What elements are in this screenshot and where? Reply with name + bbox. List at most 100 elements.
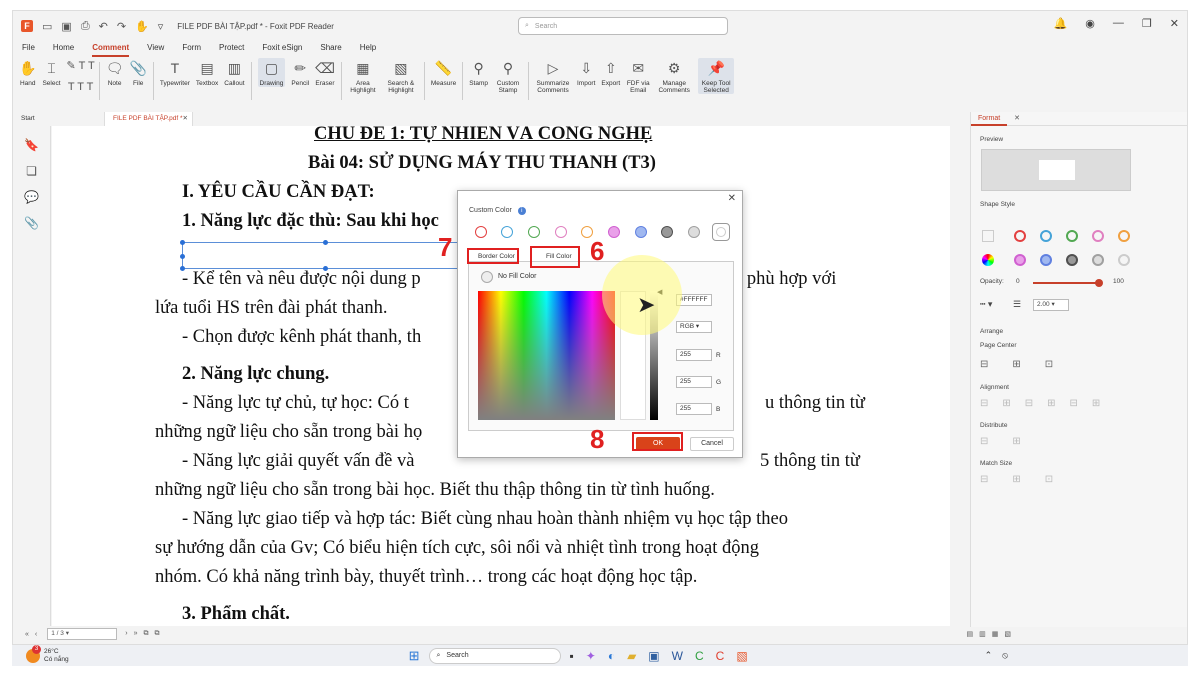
selected-color-swatch[interactable] [712,223,730,241]
page-input[interactable]: 1 / 3 ▾ [47,628,118,640]
mode-select[interactable]: RGB ▾ [676,321,712,333]
pencil-button[interactable]: ✏ Pencil [291,58,309,87]
view-mode-icons[interactable]: ▤▥▦▧ [967,630,1017,638]
color-swatch[interactable] [501,226,513,238]
r-input[interactable]: 255 [676,349,712,361]
tray-icons[interactable]: ⌃⦸ [985,650,1018,661]
print-icon[interactable]: ⎙ [81,20,90,33]
format-tab[interactable]: Format [971,112,1008,126]
menu-file[interactable]: File [22,43,35,57]
pages-icon[interactable]: ❏ [13,164,50,178]
minimize-button[interactable]: — [1113,17,1124,30]
style-swatch[interactable] [1014,254,1026,266]
attachments-icon[interactable]: 📎 [13,216,50,230]
line-width-icon[interactable]: ☰ [1013,299,1021,310]
textbox-button[interactable]: ▤ Textbox [196,58,218,87]
account-icon[interactable]: ◉ [1085,17,1095,30]
callout-button[interactable]: ▥ Callout [224,58,244,87]
redo-icon[interactable]: ↷ [117,20,126,33]
menu-form[interactable]: Form [182,43,201,57]
drawing-button[interactable]: ▢ Drawing [257,58,286,87]
area-highlight-button[interactable]: ▦ Area Highlight [348,58,378,94]
hand-button[interactable]: ✋ Hand [19,58,36,87]
color-swatch[interactable] [661,226,673,238]
stamp-button[interactable]: ⚲ Stamp [469,58,488,87]
measure-button[interactable]: 📏 Measure [431,58,456,87]
menu-home[interactable]: Home [53,43,74,57]
keep-tool-button[interactable]: 📌 Keep Tool Selected [698,58,735,94]
maximize-button[interactable]: ❐ [1142,17,1152,30]
g-input[interactable]: 255 [676,376,712,388]
copilot-icon[interactable]: ✦ [586,649,596,663]
page-center-icons[interactable]: ⊟⊞⊡ [980,359,1077,370]
next-last-icons[interactable]: ›»⧉⧉ [125,630,165,638]
tab-start[interactable]: Start [13,112,105,126]
bookmark-icon[interactable]: 🔖 [13,138,50,152]
task-view-icon[interactable]: ▪ [569,649,573,663]
bell-icon[interactable]: 🔔 [1054,17,1068,30]
app-icon-2[interactable]: C [716,649,725,663]
style-swatch[interactable] [982,230,994,242]
menu-comment[interactable]: Comment [92,43,130,57]
tab-document[interactable]: FILE PDF BÀI TẬP.pdf * ✕ [105,112,193,126]
custom-stamp-button[interactable]: ⚲ Custom Stamp [494,58,522,94]
windows-start-icon[interactable]: ⊞ [409,648,420,664]
style-swatch[interactable] [1040,230,1052,242]
style-swatch[interactable] [1118,254,1130,266]
scroll-strip[interactable] [950,112,968,627]
close-tab-icon[interactable]: ✕ [183,114,188,122]
color-swatch[interactable] [635,226,647,238]
cancel-button[interactable]: Cancel [690,437,734,451]
manage-comments-button[interactable]: ⚙ Manage Comments [656,58,692,94]
color-spectrum[interactable] [478,291,615,420]
file-button[interactable]: 📎 File [129,58,146,87]
dialog-close-icon[interactable]: ✕ [728,193,736,204]
color-swatch[interactable] [555,226,567,238]
hand-tool-icon[interactable]: ✋ [135,20,149,33]
eraser-button[interactable]: ⌫ Eraser [315,58,335,87]
menu-view[interactable]: View [147,43,164,57]
selected-rectangle[interactable] [180,240,472,271]
color-wheel-icon[interactable] [982,254,994,266]
fdf-email-button[interactable]: ✉ FDF via Email [626,58,650,94]
typewriter-button[interactable]: T Typewriter [160,58,190,87]
search-highlight-button[interactable]: ▧ Search & Highlight [384,58,418,94]
style-swatch[interactable] [1014,230,1026,242]
color-swatch[interactable] [608,226,620,238]
taskbar-search[interactable]: ⌕ Search [429,647,562,664]
export-button[interactable]: ⇧ Export [601,58,620,87]
color-swatch[interactable] [528,226,540,238]
app-icon[interactable]: C [695,649,704,663]
note-button[interactable]: 🗨 Note [106,58,124,87]
summarize-button[interactable]: ▷ Summarize Comments [535,58,571,94]
opacity-slider[interactable] [1033,279,1103,287]
info-icon[interactable]: i [517,207,526,215]
color-swatch[interactable] [688,226,700,238]
close-button[interactable]: ✕ [1170,17,1179,30]
comments-icon[interactable]: 💬 [13,190,50,204]
style-swatch[interactable] [1092,230,1104,242]
b-input[interactable]: 255 [676,403,712,415]
menu-share[interactable]: Share [320,43,341,57]
first-prev-icons[interactable]: «‹ [25,631,43,638]
style-swatch[interactable] [1066,230,1078,242]
style-swatch[interactable] [1040,254,1052,266]
explorer-icon[interactable]: ▰ [627,649,636,663]
style-swatch[interactable] [1118,230,1130,242]
open-icon[interactable]: ▭ [42,20,52,33]
menu-esign[interactable]: Foxit eSign [262,43,302,57]
close-panel-icon[interactable]: ✕ [1007,112,1027,126]
style-swatch[interactable] [1066,254,1078,266]
menu-help[interactable]: Help [360,43,376,57]
import-button[interactable]: ⇩ Import [577,58,595,87]
foxit-taskbar-icon[interactable]: ▧ [736,649,747,663]
edge-icon[interactable]: ◐ [608,649,615,663]
text-markup-group[interactable]: ✎ T T T T T [67,58,95,102]
menu-protect[interactable]: Protect [219,43,244,57]
store-icon[interactable]: ▣ [648,649,659,663]
line-style-icon[interactable]: ┅ ▾ [980,299,992,310]
search-box[interactable]: ⌕ Search [518,17,728,35]
customize-icon[interactable]: ▿ [158,20,164,33]
save-icon[interactable]: ▣ [61,20,71,33]
color-swatch[interactable] [475,226,487,238]
